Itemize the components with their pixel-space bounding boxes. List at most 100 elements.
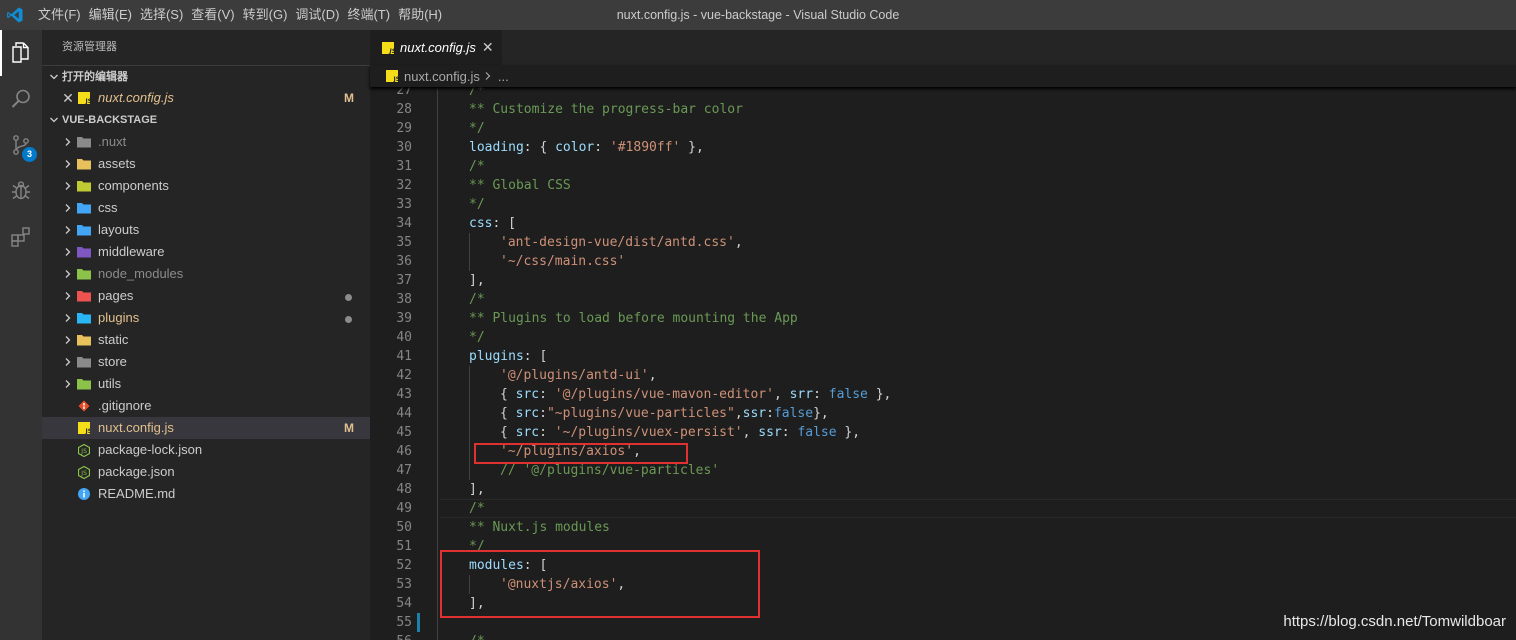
nodejs-icon: JS: [76, 439, 92, 461]
code-text: '~/css/main.css': [500, 252, 625, 271]
git-icon: [76, 395, 92, 417]
code-token: : [: [523, 349, 548, 364]
file-label: nuxt.config.js: [98, 420, 174, 435]
folder-icon: [76, 263, 92, 285]
code-line: 29 */: [370, 119, 1516, 138]
folder-icon: [76, 285, 92, 307]
folder-label: plugins: [98, 310, 140, 325]
folder-label: pages: [98, 288, 134, 303]
menu-item[interactable]: 选择(S): [136, 0, 187, 30]
indent-guide: [437, 271, 438, 290]
file-label: .gitignore: [98, 398, 152, 413]
js-icon: JS: [76, 417, 92, 439]
close-icon[interactable]: ✕: [60, 87, 76, 109]
breadcrumb-rest[interactable]: ...: [498, 69, 509, 84]
code-token: false: [828, 387, 868, 402]
folder-label: middleware: [98, 244, 165, 259]
folder-item[interactable]: plugins: [42, 307, 370, 329]
line-number: 48: [396, 482, 412, 497]
code-text: */: [469, 328, 485, 347]
indent-guide: [437, 176, 438, 195]
indent-guide: [437, 366, 438, 385]
open-editor-item[interactable]: ✕ JS nuxt.config.js M: [42, 87, 370, 109]
menu-item[interactable]: 查看(V): [187, 0, 238, 30]
menu-item[interactable]: 文件(F): [34, 0, 85, 30]
folder-item[interactable]: layouts: [42, 219, 370, 241]
project-header[interactable]: VUE-BACKSTAGE: [42, 109, 370, 131]
code-text: { src:"~plugins/vue-particles",ssr:false…: [500, 404, 829, 423]
folder-item[interactable]: store: [42, 351, 370, 373]
code-text: /*: [469, 157, 485, 176]
menu-item[interactable]: 编辑(E): [85, 0, 136, 30]
folder-item[interactable]: assets: [42, 153, 370, 175]
indent-guide: [437, 442, 438, 461]
js-icon: JS: [382, 41, 394, 54]
indent-guide: [469, 385, 470, 404]
current-line-highlight: [440, 499, 1516, 518]
indent-guide: [437, 480, 438, 499]
folder-item[interactable]: utils: [42, 373, 370, 395]
open-editors-header[interactable]: 打开的编辑器: [42, 65, 370, 87]
svg-text:JS: JS: [393, 76, 399, 82]
menu-item[interactable]: 终端(T): [343, 0, 394, 30]
line-number: 36: [396, 254, 412, 269]
menu-item[interactable]: 转到(G): [239, 0, 292, 30]
folder-item[interactable]: node_modules: [42, 263, 370, 285]
line-number: 38: [396, 292, 412, 307]
sidebar-header: 资源管理器: [62, 41, 117, 53]
breadcrumb-file[interactable]: nuxt.config.js: [404, 69, 480, 84]
file-label: package-lock.json: [98, 442, 203, 457]
file-item[interactable]: README.md: [42, 483, 370, 505]
folder-item[interactable]: pages: [42, 285, 370, 307]
menu-item[interactable]: 调试(D): [291, 0, 343, 30]
line-number: 51: [396, 539, 412, 554]
extensions-icon: [11, 227, 30, 247]
indent-guide: [469, 233, 470, 252]
menu-item[interactable]: 帮助(H): [394, 0, 446, 30]
file-item[interactable]: JS nuxt.config.js M: [42, 417, 370, 439]
explorer-activity[interactable]: [0, 30, 42, 76]
file-item[interactable]: .gitignore: [42, 395, 370, 417]
code-line: 44{ src:"~plugins/vue-particles",ssr:fal…: [370, 404, 1516, 423]
file-item[interactable]: JS package.json: [42, 461, 370, 483]
folder-label: css: [98, 200, 118, 215]
code-token: },: [813, 406, 829, 421]
line-number: 39: [396, 311, 412, 326]
search-activity[interactable]: [0, 76, 42, 122]
folder-item[interactable]: middleware: [42, 241, 370, 263]
code-line: 43 { src: '@/plugins/vue-mavon-editor', s…: [370, 385, 1516, 404]
line-number: 52: [396, 558, 412, 573]
folder-item[interactable]: .nuxt: [42, 131, 370, 153]
line-number: 32: [396, 178, 412, 193]
indent-guide: [437, 347, 438, 366]
code-token: '@/plugins/antd-ui': [500, 368, 649, 383]
file-item[interactable]: JS package-lock.json: [42, 439, 370, 461]
code-token: {: [500, 425, 516, 440]
indent-guide: [437, 556, 438, 575]
folder-item[interactable]: css: [42, 197, 370, 219]
indent-guide: [437, 613, 438, 632]
chevron-right-icon: [484, 69, 492, 84]
folder-item[interactable]: components: [42, 175, 370, 197]
code-token: : [: [492, 216, 516, 231]
debug-activity[interactable]: [0, 168, 42, 214]
indent-guide: [469, 461, 470, 480]
code-token: ,: [734, 235, 743, 250]
code-token: false: [797, 425, 837, 440]
git-change-marker: [417, 613, 420, 632]
close-icon[interactable]: ✕: [482, 39, 494, 56]
code-editor[interactable]: 27 /* 28 ** Customize the progress-bar colo…: [370, 87, 1516, 640]
line-number: 29: [396, 121, 412, 136]
line-number: 41: [396, 349, 412, 364]
line-number: 34: [396, 216, 412, 231]
tab-nuxt-config[interactable]: JS nuxt.config.js ✕: [370, 30, 502, 65]
folder-item[interactable]: static: [42, 329, 370, 351]
indent-guide: [437, 404, 438, 423]
code-text: { src: '~/plugins/vuex-persist', ssr: fa…: [500, 423, 860, 442]
svg-text:JS: JS: [80, 448, 87, 455]
extensions-activity[interactable]: [0, 214, 42, 260]
code-token: },: [836, 425, 861, 440]
code-token: ,: [773, 387, 790, 402]
source-control-activity[interactable]: 3: [0, 122, 42, 168]
folder-label: assets: [98, 156, 136, 171]
